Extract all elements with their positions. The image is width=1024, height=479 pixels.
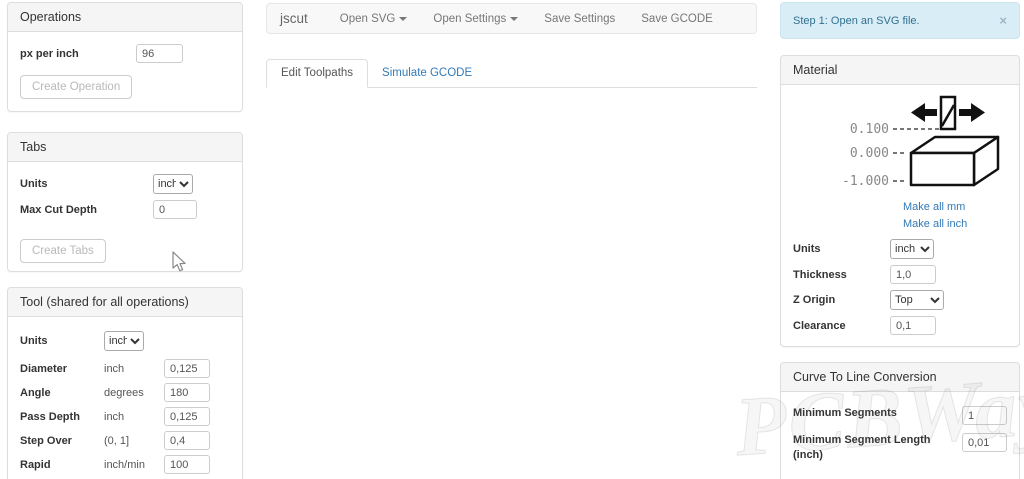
- step-over-input[interactable]: [164, 431, 210, 450]
- step-alert: Step 1: Open an SVG file. ×: [780, 2, 1020, 39]
- z-origin-select[interactable]: Top: [890, 290, 944, 310]
- tool-row-label: Rapid: [20, 459, 104, 471]
- px-per-inch-label: px per inch: [20, 48, 136, 60]
- tool-panel-title: Tool (shared for all operations): [8, 288, 242, 317]
- tool-row-label: Angle: [20, 387, 104, 399]
- tabs-units-label: Units: [20, 178, 153, 190]
- operations-panel-title: Operations: [8, 3, 242, 32]
- material-top-label: 0.000: [850, 146, 889, 161]
- bit-z-label: 0.100: [850, 122, 889, 137]
- tool-row-unit: degrees: [104, 387, 164, 399]
- px-per-inch-input[interactable]: [136, 44, 183, 63]
- material-block-icon: [911, 137, 998, 185]
- angle-input[interactable]: [164, 383, 210, 402]
- tab-edit-toolpaths[interactable]: Edit Toolpaths: [266, 59, 368, 89]
- tabs-panel: Tabs Units inch Max Cut Depth Create Tab…: [7, 132, 243, 272]
- tool-row-pass-depth: Pass Depth inch: [20, 407, 230, 426]
- caret-down-icon: [399, 17, 407, 21]
- cutter-bit-icon: [941, 97, 955, 129]
- z-origin-label: Z Origin: [793, 294, 890, 306]
- tool-row-label: Step Over: [20, 435, 104, 447]
- material-units-label: Units: [793, 243, 890, 255]
- make-all-inch-link[interactable]: Make all inch: [903, 216, 1007, 233]
- tool-row-diameter: Diameter inch: [20, 359, 230, 378]
- tool-row-unit: inch/min: [104, 459, 164, 471]
- operations-panel: Operations px per inch Create Operation: [7, 2, 243, 112]
- left-sidebar: Operations px per inch Create Operation …: [7, 2, 243, 479]
- tool-row-angle: Angle degrees: [20, 383, 230, 402]
- move-right-arrow-icon: [959, 103, 985, 122]
- min-segments-input[interactable]: [962, 406, 1007, 425]
- view-tabs: Edit Toolpaths Simulate GCODE: [266, 55, 757, 88]
- top-navbar: jscut Open SVG Open Settings Save Settin…: [266, 3, 757, 34]
- save-gcode-button[interactable]: Save GCODE: [628, 13, 726, 25]
- tool-row-step-over: Step Over (0, 1]: [20, 431, 230, 450]
- tool-row-label: Pass Depth: [20, 411, 104, 423]
- thickness-input[interactable]: [890, 265, 936, 284]
- rapid-input[interactable]: [164, 455, 210, 474]
- pass-depth-input[interactable]: [164, 407, 210, 426]
- thickness-label: Thickness: [793, 269, 890, 281]
- tool-row-rapid: Rapid inch/min: [20, 455, 230, 474]
- material-diagram: 0.100 0.000 -1.000: [831, 93, 1024, 197]
- tool-panel: Tool (shared for all operations) Units i…: [7, 287, 243, 479]
- curve-panel-title: Curve To Line Conversion: [781, 363, 1019, 392]
- right-sidebar: Step 1: Open an SVG file. × Material: [780, 2, 1020, 479]
- create-operation-button[interactable]: Create Operation: [20, 75, 132, 99]
- open-svg-menu[interactable]: Open SVG: [327, 13, 421, 25]
- diameter-input[interactable]: [164, 359, 210, 378]
- close-icon[interactable]: ×: [999, 14, 1007, 27]
- material-units-select[interactable]: inch: [890, 239, 934, 259]
- min-segment-length-input[interactable]: [962, 433, 1007, 452]
- tool-row-unit: inch: [104, 363, 164, 375]
- tab-simulate-gcode[interactable]: Simulate GCODE: [368, 60, 486, 88]
- tool-row-unit: inch: [104, 411, 164, 423]
- material-panel-title: Material: [781, 56, 1019, 85]
- tool-units-label: Units: [20, 335, 104, 347]
- clearance-input[interactable]: [890, 316, 936, 335]
- material-bottom-label: -1.000: [842, 174, 889, 189]
- make-all-mm-link[interactable]: Make all mm: [903, 199, 1007, 216]
- mouse-cursor-icon: [172, 251, 188, 273]
- curve-to-line-panel: Curve To Line Conversion Minimum Segment…: [780, 362, 1020, 479]
- tool-row-label: Diameter: [20, 363, 104, 375]
- clearance-label: Clearance: [793, 320, 890, 332]
- material-panel: Material: [780, 55, 1020, 347]
- save-settings-button[interactable]: Save Settings: [531, 13, 628, 25]
- tool-units-select[interactable]: inch: [104, 331, 144, 351]
- tabs-panel-title: Tabs: [8, 133, 242, 162]
- max-cut-depth-input[interactable]: [153, 200, 197, 219]
- app-brand: jscut: [273, 11, 315, 26]
- open-settings-menu[interactable]: Open Settings: [420, 13, 531, 25]
- caret-down-icon: [510, 17, 518, 21]
- jscut-app: Operations px per inch Create Operation …: [0, 0, 1024, 479]
- main-area: jscut Open SVG Open Settings Save Settin…: [266, 3, 757, 88]
- move-left-arrow-icon: [911, 103, 937, 122]
- tabs-units-select[interactable]: inch: [153, 174, 193, 194]
- step-alert-text: Step 1: Open an SVG file.: [793, 15, 999, 27]
- min-segment-length-label: Minimum Segment Length (inch): [793, 433, 962, 463]
- tool-row-unit: (0, 1]: [104, 435, 164, 447]
- max-cut-depth-label: Max Cut Depth: [20, 204, 153, 216]
- min-segments-label: Minimum Segments: [793, 406, 962, 421]
- create-tabs-button[interactable]: Create Tabs: [20, 239, 106, 263]
